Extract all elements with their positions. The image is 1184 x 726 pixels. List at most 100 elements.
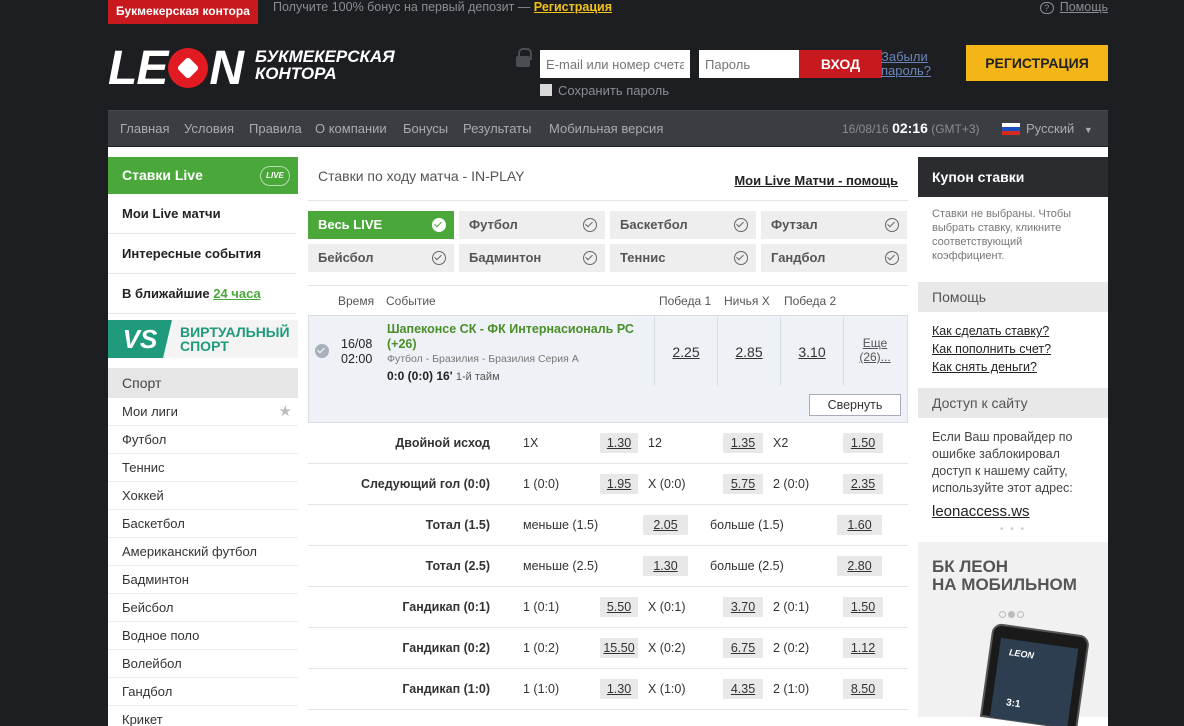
outcome-odd[interactable]: 1.12 [843,638,883,658]
sport-item-american-football[interactable]: Американский футбол [108,538,298,566]
register-button[interactable]: РЕГИСТРАЦИЯ [966,45,1108,81]
upcoming-24h-link[interactable]: 24 часа [213,286,260,301]
outcome-odd[interactable]: 15.50 [600,638,638,658]
nav-home[interactable]: Главная [120,111,169,146]
market-outcome[interactable]: X (0:2) 6.75 [643,638,763,658]
carousel-dot[interactable] [1017,611,1024,618]
outcome-odd[interactable]: 1.95 [600,474,638,494]
email-field[interactable] [540,50,690,78]
bonus-register-link[interactable]: Регистрация [534,0,612,14]
sport-item-volleyball[interactable]: Волейбол [108,650,298,678]
outcome-odd[interactable]: 6.75 [723,638,763,658]
live-help-link[interactable]: Мои Live Матчи - помощь [734,173,898,188]
outcome-odd[interactable]: 4.35 [723,679,763,699]
market-outcome[interactable]: 1 (0:0) 1.95 [518,474,638,494]
carousel-dots[interactable] [998,606,1025,621]
collapse-button[interactable]: Свернуть [809,394,901,416]
filter-all-live[interactable]: Весь LIVE [308,211,454,239]
market-outcome[interactable]: 2 (0:1) 1.50 [768,597,883,617]
filter-futsal[interactable]: Футзал [761,211,907,239]
carousel-dot-active[interactable] [1008,611,1015,618]
market-outcome[interactable]: X (0:1) 3.70 [643,597,763,617]
odd-draw[interactable]: 2.85 [718,344,780,360]
event-name[interactable]: Шапеконсе СК - ФК Интернасиональ РС (+26… [387,322,647,352]
outcome-odd[interactable]: 3.70 [723,597,763,617]
market-outcome[interactable]: 1X 1.30 [518,433,638,453]
nav-about[interactable]: О компании [315,111,387,146]
access-mirror-link[interactable]: leonaccess.ws [918,503,1108,520]
market-outcome[interactable]: 12 1.35 [643,433,763,453]
sport-item-basketball[interactable]: Баскетбол [108,510,298,538]
carousel-dot[interactable] [999,611,1006,618]
market-outcome[interactable]: 1 (1:0) 1.30 [518,679,638,699]
virtual-sport-banner[interactable]: VS ВИРТУАЛЬНЫЙ СПОРТ [108,320,298,358]
sport-item-baseball[interactable]: Бейсбол [108,594,298,622]
filter-baseball[interactable]: Бейсбол [308,244,454,272]
outcome-odd[interactable]: 5.50 [600,597,638,617]
help-link-deposit[interactable]: Как пополнить счет? [918,340,1108,358]
nav-bonuses[interactable]: Бонусы [403,111,448,146]
sport-item-handball[interactable]: Гандбол [108,678,298,706]
sidebar-item-interesting[interactable]: Интересные события [108,234,296,274]
filter-badminton[interactable]: Бадминтон [459,244,605,272]
nav-terms[interactable]: Условия [184,111,234,146]
outcome-odd[interactable]: 8.50 [843,679,883,699]
more-markets-link[interactable]: Еще (26)... [854,336,896,364]
logo[interactable]: LE N БУКМЕКЕРСКАЯ КОНТОРА [108,44,395,94]
live-bets-header[interactable]: Ставки Live LIVE [108,157,298,194]
market-outcome[interactable]: X2 1.50 [768,433,883,453]
market-outcome[interactable]: больше (2.5) 2.80 [705,556,882,576]
filter-handball[interactable]: Гандбол [761,244,907,272]
outcome-odd[interactable]: 2.35 [843,474,883,494]
outcome-odd[interactable]: 1.50 [843,433,883,453]
market-outcome[interactable]: 1 (0:1) 5.50 [518,597,638,617]
nav-results[interactable]: Результаты [463,111,531,146]
remember-checkbox[interactable] [540,84,552,96]
language-select[interactable]: Русский ▼ [1002,111,1093,148]
odd-win2[interactable]: 3.10 [781,344,843,360]
outcome-odd[interactable]: 1.60 [837,515,882,535]
filter-tennis[interactable]: Теннис [610,244,756,272]
filter-football[interactable]: Футбол [459,211,605,239]
outcome-odd[interactable]: 1.30 [600,433,638,453]
star-icon[interactable]: ★ [279,404,292,419]
outcome-odd[interactable]: 2.05 [643,515,688,535]
sport-item-water-polo[interactable]: Водное поло [108,622,298,650]
outcome-odd[interactable]: 1.30 [643,556,688,576]
market-outcome[interactable]: X (0:0) 5.75 [643,474,763,494]
forgot-password-link[interactable]: Забыли пароль? [881,50,941,78]
remember-password[interactable]: Сохранить пароль [540,84,669,98]
nav-mobile[interactable]: Мобильная версия [549,111,663,146]
login-button[interactable]: ВХОД [799,50,882,78]
market-outcome[interactable]: 2 (0:2) 1.12 [768,638,883,658]
help-link[interactable]: ? Помощь [1039,0,1108,14]
outcome-odd[interactable]: 1.50 [843,597,883,617]
market-outcome[interactable]: X (1:0) 4.35 [643,679,763,699]
market-outcome[interactable]: 2 (0:0) 2.35 [768,474,883,494]
outcome-odd[interactable]: 5.75 [723,474,763,494]
sport-item-football[interactable]: Футбол [108,426,298,454]
password-field[interactable] [699,50,799,78]
market-outcome[interactable]: больше (1.5) 1.60 [705,515,882,535]
sidebar-item-upcoming[interactable]: В ближайшие 24 часа [108,274,296,314]
sport-item-cricket[interactable]: Крикет [108,706,298,726]
outcome-odd[interactable]: 2.80 [837,556,882,576]
help-link-how-to-bet[interactable]: Как сделать ставку? [918,322,1108,340]
outcome-odd[interactable]: 1.35 [723,433,763,453]
market-outcome[interactable]: 1 (0:2) 15.50 [518,638,638,658]
sport-item-tennis[interactable]: Теннис [108,454,298,482]
mobile-promo-banner[interactable]: БК ЛЕОН НА МОБИЛЬНОМ LEON 3:1 [918,542,1108,726]
market-outcome[interactable]: меньше (2.5) 1.30 [518,556,688,576]
outcome-odd[interactable]: 1.30 [600,679,638,699]
sidebar-item-my-live[interactable]: Мои Live матчи [108,194,296,234]
sport-item-badminton[interactable]: Бадминтон [108,566,298,594]
help-link-withdraw[interactable]: Как снять деньги? [918,358,1108,376]
filter-basketball[interactable]: Баскетбол [610,211,756,239]
market-outcome[interactable]: 2 (1:0) 8.50 [768,679,883,699]
nav-rules[interactable]: Правила [249,111,302,146]
check-circle-icon[interactable] [315,344,329,358]
odd-win1[interactable]: 2.25 [655,344,717,360]
market-outcome[interactable]: меньше (1.5) 2.05 [518,515,688,535]
sport-item-my-leagues[interactable]: Мои лиги ★ [108,398,298,426]
event-row[interactable]: 16/08 02:00 Шапеконсе СК - ФК Интернасио… [308,315,908,423]
